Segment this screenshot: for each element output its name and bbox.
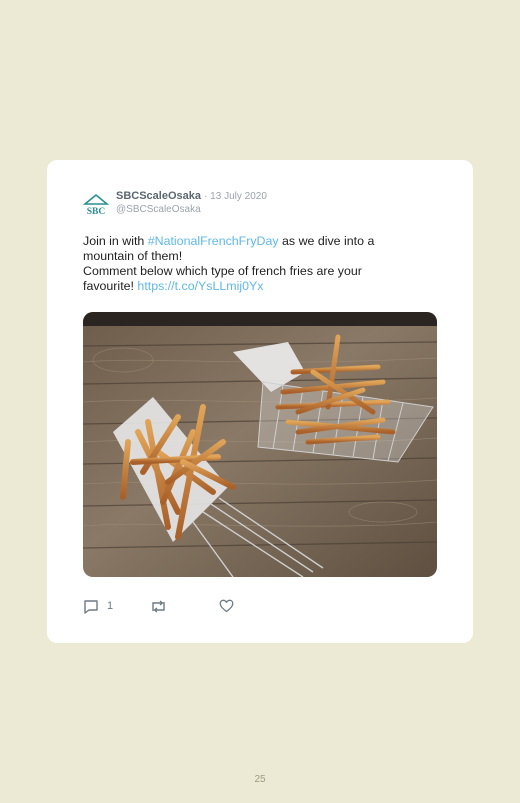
retweet-icon — [152, 599, 165, 613]
retweet-button[interactable] — [150, 598, 167, 614]
name-row: SBCScaleOsaka · 13 July 2020 — [116, 190, 267, 203]
tweet-text-line2: Comment below which type of french fries… — [83, 264, 413, 294]
tweet-image[interactable] — [83, 312, 437, 577]
avatar-logo-text: SBC — [87, 207, 106, 217]
tweet-text-part1: Join in with — [83, 234, 148, 248]
reply-icon — [84, 599, 98, 614]
reply-count: 1 — [107, 600, 114, 612]
tweet-text-line1: Join in with #NationalFrenchFryDay as we… — [83, 234, 413, 264]
french-fries-photo — [83, 312, 437, 577]
tweet-card: SBC SBCScaleOsaka · 13 July 2020 @SBCSca… — [47, 160, 473, 643]
tweet-date[interactable]: · 13 July 2020 — [204, 191, 267, 202]
heart-icon — [219, 599, 234, 613]
user-handle[interactable]: @SBCScaleOsaka — [116, 203, 201, 216]
reply-button[interactable]: 1 — [83, 598, 113, 614]
like-button[interactable] — [219, 598, 234, 614]
sbc-logo-icon: SBC — [82, 193, 110, 217]
tweet-url-link[interactable]: https://t.co/YsLLmij0Yx — [137, 279, 263, 293]
display-name[interactable]: SBCScaleOsaka — [116, 190, 201, 202]
tweet-body: Join in with #NationalFrenchFryDay as we… — [83, 234, 413, 294]
page-number: 25 — [254, 774, 266, 785]
avatar[interactable]: SBC — [82, 192, 110, 218]
hashtag-link[interactable]: #NationalFrenchFryDay — [148, 234, 279, 248]
